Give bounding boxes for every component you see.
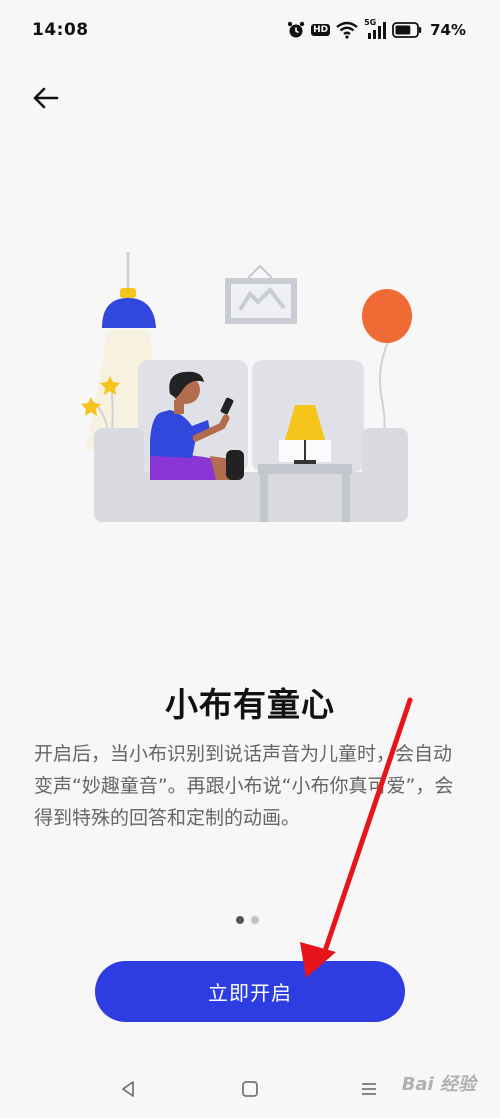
alarm-icon (287, 21, 305, 38)
status-icons: HD 5G 74% (287, 18, 466, 41)
wifi-icon (336, 21, 358, 39)
page-indicator (236, 916, 259, 924)
signal-group: 5G (364, 18, 387, 39)
balloon (362, 289, 412, 343)
watermark: Bai 经验 (401, 1074, 476, 1095)
child-on-sofa-illustration (81, 252, 412, 522)
enable-now-button[interactable]: 立即开启 (95, 961, 405, 1022)
side-table-leg-right (342, 474, 350, 522)
battery-icon (392, 22, 422, 38)
feature-description: 开启后，当小布识别到说话声音为儿童时，会自动变声“妙趣童音”。再跟小布说“小布你… (34, 743, 454, 829)
page-title: 小布有童心 (165, 685, 335, 724)
battery-percent: 74% (430, 21, 466, 39)
annotation-arrow (300, 697, 413, 978)
lamp-cap (120, 288, 136, 298)
hd-icon: HD (311, 24, 331, 36)
nav-home-icon (242, 1081, 258, 1097)
back-arrow-icon (33, 87, 59, 109)
side-table-leg-left (260, 474, 268, 522)
nav-menu-icon (362, 1083, 376, 1095)
status-time: 14:08 (32, 20, 89, 40)
sofa-seat (94, 472, 408, 522)
signal-icon (368, 22, 387, 39)
page-dot (251, 916, 259, 924)
frame-hanger (247, 264, 273, 279)
child-shoe (226, 450, 244, 480)
page-dot-active (236, 916, 244, 924)
nav-back-button[interactable] (112, 1072, 146, 1106)
table-lamp-base (294, 460, 316, 464)
nav-back-icon (122, 1081, 134, 1097)
nav-menu-button[interactable] (352, 1072, 386, 1106)
side-table-top (258, 464, 352, 474)
nav-home-button[interactable] (233, 1072, 267, 1106)
back-button[interactable] (30, 82, 62, 114)
status-bar: 14:08 HD 5G 74% (0, 0, 500, 62)
hanging-lamp-shade (102, 298, 156, 328)
